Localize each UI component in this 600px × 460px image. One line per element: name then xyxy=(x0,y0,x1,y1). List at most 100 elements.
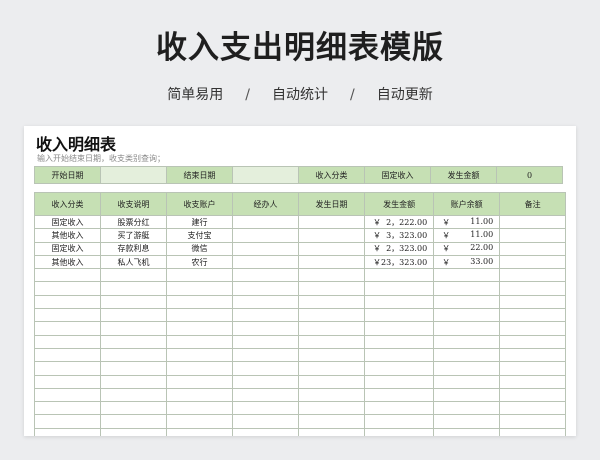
table-cell-date[interactable] xyxy=(298,294,365,310)
table-cell-date[interactable] xyxy=(298,214,365,230)
table-cell-note[interactable] xyxy=(499,427,567,436)
table-cell-category[interactable] xyxy=(34,361,101,376)
table-cell-date[interactable] xyxy=(298,241,365,256)
end-date-cell[interactable] xyxy=(232,166,299,184)
table-cell-account[interactable] xyxy=(166,387,233,403)
table-cell-amount[interactable] xyxy=(363,414,435,429)
table-cell-category[interactable] xyxy=(34,401,101,416)
table-cell-balance[interactable] xyxy=(433,268,501,283)
table-cell-balance[interactable]: ￥ 11.00 xyxy=(433,214,501,230)
table-cell-category[interactable] xyxy=(34,294,101,310)
table-cell-category[interactable]: 其他收入 xyxy=(34,254,101,270)
table-cell-amount[interactable] xyxy=(363,361,435,376)
table-cell-category[interactable] xyxy=(34,427,101,436)
table-cell-handler[interactable] xyxy=(232,281,299,296)
table-cell-amount[interactable] xyxy=(363,347,435,363)
table-cell-desc[interactable] xyxy=(100,427,167,436)
table-cell-handler[interactable] xyxy=(232,228,299,243)
table-cell-date[interactable] xyxy=(298,334,365,349)
table-cell-account[interactable]: 建行 xyxy=(166,214,233,230)
table-cell-desc[interactable] xyxy=(100,414,167,429)
table-cell-note[interactable] xyxy=(499,347,567,363)
table-cell-date[interactable] xyxy=(298,281,365,296)
table-cell-account[interactable] xyxy=(166,427,233,436)
table-cell-category[interactable] xyxy=(34,374,101,389)
table-cell-amount[interactable] xyxy=(363,427,435,436)
table-cell-date[interactable] xyxy=(298,321,365,336)
table-cell-note[interactable] xyxy=(499,387,567,403)
table-cell-handler[interactable] xyxy=(232,401,299,416)
table-cell-balance[interactable]: ￥ 33.00 xyxy=(433,254,501,270)
table-cell-balance[interactable] xyxy=(433,308,501,323)
table-cell-note[interactable] xyxy=(499,414,567,429)
table-cell-category[interactable] xyxy=(34,281,101,296)
table-cell-handler[interactable] xyxy=(232,334,299,349)
table-cell-amount[interactable] xyxy=(363,294,435,310)
table-cell-date[interactable] xyxy=(298,427,365,436)
table-cell-amount[interactable] xyxy=(363,308,435,323)
table-cell-category[interactable] xyxy=(34,321,101,336)
table-cell-handler[interactable] xyxy=(232,214,299,230)
table-cell-desc[interactable] xyxy=(100,294,167,310)
table-cell-desc[interactable]: 股票分红 xyxy=(100,214,167,230)
table-cell-account[interactable]: 微信 xyxy=(166,241,233,256)
table-cell-handler[interactable] xyxy=(232,268,299,283)
table-cell-account[interactable]: 农行 xyxy=(166,254,233,270)
table-cell-date[interactable] xyxy=(298,347,365,363)
table-cell-account[interactable] xyxy=(166,414,233,429)
table-cell-balance[interactable] xyxy=(433,294,501,310)
table-cell-date[interactable] xyxy=(298,254,365,270)
table-cell-amount[interactable]: ￥ 2，222.00 xyxy=(363,214,435,230)
table-cell-category[interactable] xyxy=(34,387,101,403)
table-cell-note[interactable] xyxy=(499,268,567,283)
table-cell-account[interactable] xyxy=(166,294,233,310)
table-cell-account[interactable] xyxy=(166,374,233,389)
table-cell-amount[interactable] xyxy=(363,281,435,296)
table-cell-desc[interactable] xyxy=(100,281,167,296)
table-cell-note[interactable] xyxy=(499,241,567,256)
table-cell-account[interactable] xyxy=(166,321,233,336)
table-cell-balance[interactable] xyxy=(433,427,501,436)
table-cell-date[interactable] xyxy=(298,228,365,243)
table-cell-amount[interactable] xyxy=(363,321,435,336)
table-cell-handler[interactable] xyxy=(232,361,299,376)
table-cell-note[interactable] xyxy=(499,228,567,243)
table-cell-note[interactable] xyxy=(499,294,567,310)
table-cell-date[interactable] xyxy=(298,308,365,323)
table-cell-balance[interactable] xyxy=(433,374,501,389)
table-cell-balance[interactable] xyxy=(433,334,501,349)
table-cell-balance[interactable] xyxy=(433,387,501,403)
table-cell-category[interactable]: 固定收入 xyxy=(34,241,101,256)
table-cell-desc[interactable] xyxy=(100,401,167,416)
table-cell-note[interactable] xyxy=(499,281,567,296)
table-cell-balance[interactable] xyxy=(433,414,501,429)
table-cell-account[interactable]: 支付宝 xyxy=(166,228,233,243)
table-cell-balance[interactable] xyxy=(433,347,501,363)
table-cell-balance[interactable] xyxy=(433,321,501,336)
table-cell-desc[interactable]: 私人飞机 xyxy=(100,254,167,270)
table-cell-handler[interactable] xyxy=(232,387,299,403)
table-cell-desc[interactable] xyxy=(100,387,167,403)
table-cell-desc[interactable]: 存款利息 xyxy=(100,241,167,256)
table-cell-amount[interactable]: ￥ 23，323.00 xyxy=(363,254,435,270)
table-cell-desc[interactable] xyxy=(100,347,167,363)
table-cell-category[interactable]: 其他收入 xyxy=(34,228,101,243)
table-cell-account[interactable] xyxy=(166,334,233,349)
table-cell-balance[interactable] xyxy=(433,281,501,296)
table-cell-balance[interactable]: ￥ 11.00 xyxy=(433,228,501,243)
table-cell-date[interactable] xyxy=(298,268,365,283)
table-cell-handler[interactable] xyxy=(232,414,299,429)
table-cell-handler[interactable] xyxy=(232,254,299,270)
table-cell-date[interactable] xyxy=(298,361,365,376)
table-cell-balance[interactable] xyxy=(433,401,501,416)
table-cell-amount[interactable]: ￥ 3，323.00 xyxy=(363,228,435,243)
table-cell-handler[interactable] xyxy=(232,347,299,363)
table-cell-date[interactable] xyxy=(298,374,365,389)
table-cell-note[interactable] xyxy=(499,374,567,389)
table-cell-account[interactable] xyxy=(166,308,233,323)
table-cell-handler[interactable] xyxy=(232,308,299,323)
table-cell-category[interactable] xyxy=(34,308,101,323)
table-cell-handler[interactable] xyxy=(232,427,299,436)
table-cell-account[interactable] xyxy=(166,281,233,296)
table-cell-category[interactable] xyxy=(34,414,101,429)
